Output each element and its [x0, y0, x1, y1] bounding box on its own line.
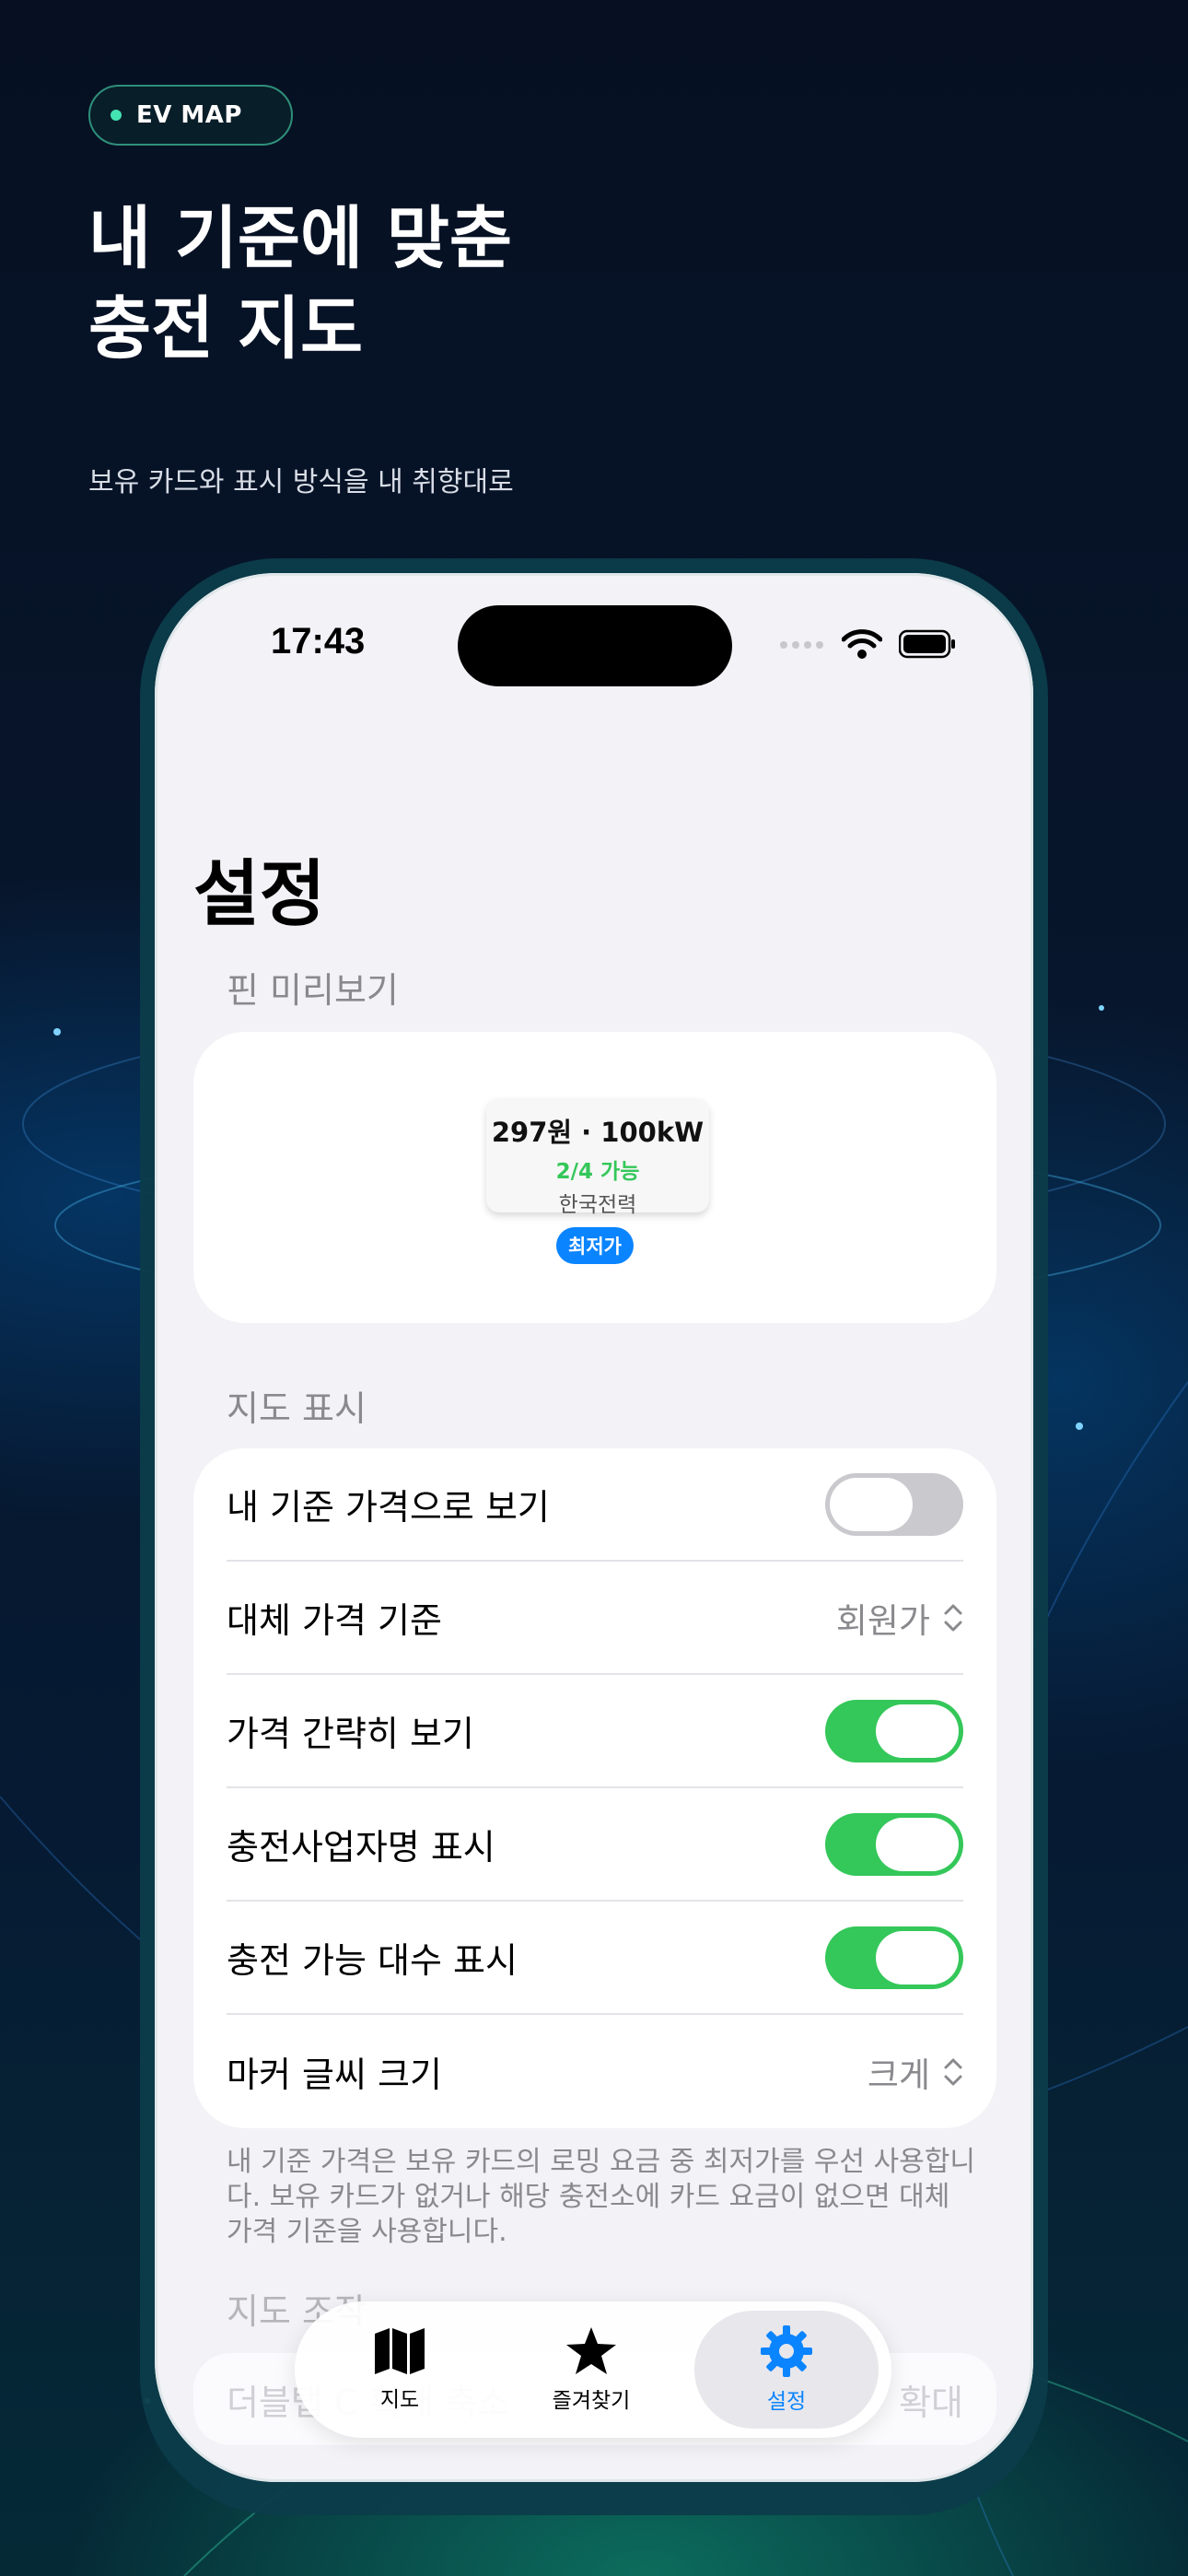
badge-dot-icon [111, 110, 122, 121]
app-badge: EV MAP [88, 85, 293, 146]
status-icons [779, 628, 956, 660]
setting-label: 충전사업자명 표시 [227, 1827, 495, 1868]
compact-price-toggle[interactable] [825, 1699, 963, 1762]
tab-map[interactable]: 지도 [308, 2311, 492, 2429]
headline: 내 기준에 맞춘 충전 지도 [88, 193, 512, 374]
tab-settings[interactable]: 설정 [694, 2311, 879, 2429]
tab-label: 즐겨찾기 [552, 2389, 631, 2413]
pin-availability: 2/4 가능 [555, 1160, 640, 1184]
setting-row-fallback-price[interactable]: 대체 가격 기준 회원가 [227, 1562, 963, 1675]
phone-screen: 17:43 설정 핀 미리보기 297원 · 100kW 2/4 가능 한국전력… [155, 573, 1033, 2482]
section-label-map-display: 지도 표시 [227, 1388, 367, 1429]
setting-label: 가격 간략히 보기 [227, 1714, 474, 1754]
map-pin-preview: 297원 · 100kW 2/4 가능 한국전력 [486, 1098, 709, 1217]
available-count-toggle[interactable] [825, 1926, 963, 1989]
tab-label: 지도 [379, 2388, 420, 2412]
picker-value: 확대 [899, 2382, 963, 2423]
my-price-toggle[interactable] [825, 1472, 963, 1536]
marker-font-size-picker[interactable]: 크게 [868, 2047, 963, 2097]
badge-label: EV MAP [136, 101, 242, 129]
operator-name-toggle[interactable] [825, 1812, 963, 1876]
star-icon [566, 2327, 616, 2374]
setting-row-marker-font-size[interactable]: 마커 글씨 크기 크게 [227, 2015, 963, 2128]
tab-label: 설정 [766, 2390, 807, 2414]
pin-preview-card: 297원 · 100kW 2/4 가능 한국전력 최저가 [193, 1032, 996, 1323]
wifi-icon [842, 629, 882, 659]
page-title: 설정 [193, 853, 326, 936]
signal-icon [780, 641, 823, 649]
setting-row-my-price[interactable]: 내 기준 가격으로 보기 [227, 1448, 963, 1562]
picker-value: 회원가 [835, 1600, 930, 1641]
map-display-settings: 내 기준 가격으로 보기 대체 가격 기준 회원가 가격 간략히 보기 충전사업… [193, 1448, 996, 2128]
setting-row-available-count[interactable]: 충전 가능 대수 표시 [227, 1902, 963, 2015]
gear-icon [761, 2325, 812, 2377]
fallback-price-picker[interactable]: 회원가 [836, 1593, 963, 1643]
headline-line-2: 충전 지도 [88, 289, 364, 369]
headline-line-1: 내 기준에 맞춘 [88, 199, 513, 278]
chevron-up-down-icon [944, 1604, 962, 1631]
pin-price: 297원 · 100kW [491, 1117, 705, 1148]
section-label-pin-preview: 핀 미리보기 [227, 970, 399, 1011]
setting-label: 마커 글씨 크기 [227, 2055, 442, 2095]
setting-label: 충전 가능 대수 표시 [227, 1940, 518, 1981]
picker-value: 크게 [867, 2055, 930, 2095]
setting-row-compact-price[interactable]: 가격 간략히 보기 [227, 1675, 963, 1788]
battery-icon [899, 629, 955, 659]
subheadline: 보유 카드와 표시 방식을 내 취향대로 [88, 466, 514, 498]
lowest-price-badge: 최저가 [556, 1227, 634, 1264]
dynamic-island [458, 605, 732, 686]
setting-label: 대체 가격 기준 [227, 1600, 442, 1641]
tab-favorites[interactable]: 즐겨찾기 [499, 2311, 683, 2429]
chevron-up-down-icon [944, 2058, 962, 2085]
pin-operator: 한국전력 [558, 1193, 637, 1217]
setting-label: 내 기준 가격으로 보기 [227, 1487, 550, 1528]
map-icon [375, 2328, 425, 2374]
setting-row-operator-name[interactable]: 충전사업자명 표시 [227, 1788, 963, 1902]
tab-bar: 지도 즐겨찾기 설정 [295, 2301, 891, 2438]
status-time: 17:43 [271, 621, 366, 662]
map-display-footnote: 내 기준 가격은 보유 카드의 로밍 요금 중 최저가를 우선 사용합니다. 보… [227, 2146, 975, 2248]
